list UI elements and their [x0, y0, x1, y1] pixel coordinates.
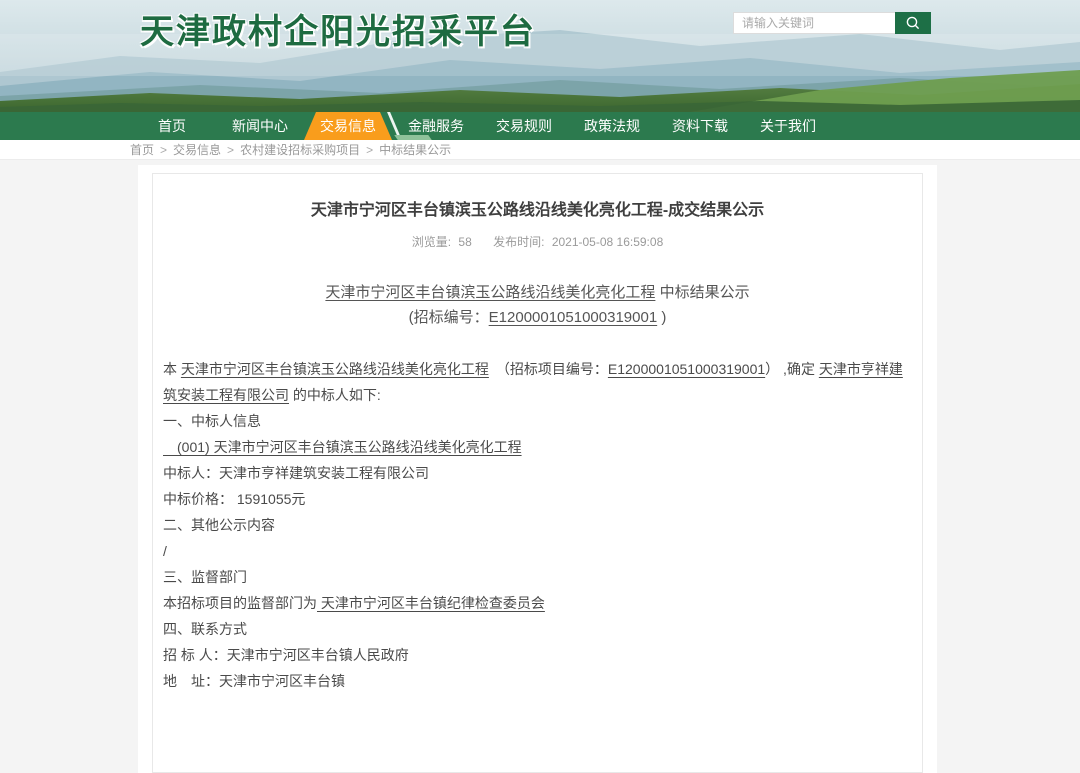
- subtitle-suffix: 中标结果公示: [655, 284, 749, 301]
- address-line: 地 址：天津市宁河区丰台镇: [163, 668, 912, 694]
- active-tab-accent: [394, 135, 432, 140]
- breadcrumb-trade-info[interactable]: 交易信息: [173, 141, 221, 158]
- text-segment: 四、联系方式: [163, 621, 247, 637]
- nav-item-downloads[interactable]: 资料下载: [656, 112, 744, 140]
- text-segment: 三、监督部门: [163, 569, 247, 585]
- views-count: 58: [458, 235, 471, 249]
- project-name-underlined: 天津市宁河区丰台镇滨玉公路线沿线美化亮化工程: [181, 361, 489, 377]
- section-1-heading: 一、中标人信息: [163, 408, 912, 434]
- bid-no-suffix: ): [657, 309, 666, 326]
- text-segment: 本招标项目的监督部门为: [163, 595, 317, 611]
- article-title: 天津市宁河区丰台镇滨玉公路线沿线美化亮化工程-成交结果公示: [161, 196, 914, 220]
- breadcrumb-rural-projects[interactable]: 农村建设招标采购项目: [240, 141, 360, 158]
- text-segment: 二、其他公示内容: [163, 517, 275, 533]
- supervisor-name-underlined: 天津市宁河区丰台镇纪律检查委员会: [317, 595, 545, 611]
- lot-001-line: (001) 天津市宁河区丰台镇滨玉公路线沿线美化亮化工程: [163, 434, 912, 460]
- lot-name-underlined: (001) 天津市宁河区丰台镇滨玉公路线沿线美化亮化工程: [163, 439, 522, 455]
- nav-item-about[interactable]: 关于我们: [744, 112, 832, 140]
- text-segment: ） ,确定: [765, 361, 819, 377]
- search-input[interactable]: [733, 12, 895, 34]
- nav-item-trade-info-active[interactable]: 交易信息: [304, 112, 392, 140]
- text-segment: 中标价格： 1591055元: [163, 491, 305, 507]
- article-body: 本 天津市宁河区丰台镇滨玉公路线沿线美化亮化工程 （招标项目编号：E120000…: [161, 356, 914, 694]
- header-banner: 天津政村企阳光招采平台: [0, 0, 1080, 112]
- section-2-heading: 二、其他公示内容: [163, 512, 912, 538]
- section-4-heading: 四、联系方式: [163, 616, 912, 642]
- site-title: 天津政村企阳光招采平台: [140, 4, 536, 53]
- paragraph-intro: 本 天津市宁河区丰台镇滨玉公路线沿线美化亮化工程 （招标项目编号：E120000…: [163, 356, 912, 408]
- text-segment: 本: [163, 361, 181, 377]
- publish-time: 2021-05-08 16:59:08: [552, 235, 663, 249]
- article-meta: 浏览量: 58 发布时间: 2021-05-08 16:59:08: [161, 233, 914, 250]
- bid-no-prefix: (招标编号：: [409, 309, 489, 326]
- content-wrapper: 天津市宁河区丰台镇滨玉公路线沿线美化亮化工程-成交结果公示 浏览量: 58 发布…: [138, 165, 937, 773]
- subtitle-line-1: 天津市宁河区丰台镇滨玉公路线沿线美化亮化工程 中标结果公示: [161, 280, 914, 305]
- breadcrumb-separator: >: [160, 143, 167, 157]
- text-segment: （招标项目编号：: [489, 361, 608, 377]
- views-label: 浏览量:: [412, 235, 451, 249]
- price-line: 中标价格： 1591055元: [163, 486, 912, 512]
- text-segment: /: [163, 543, 167, 559]
- nav-item-trade-rules[interactable]: 交易规则: [480, 112, 568, 140]
- nav-item-policies[interactable]: 政策法规: [568, 112, 656, 140]
- breadcrumb-separator: >: [227, 143, 234, 157]
- breadcrumb: 首页 > 交易信息 > 农村建设招标采购项目 > 中标结果公示: [0, 140, 1080, 160]
- bid-number-underlined: E1200001051000319001: [608, 361, 765, 377]
- nav-item-home[interactable]: 首页: [128, 112, 216, 140]
- tenderer-line: 招 标 人：天津市宁河区丰台镇人民政府: [163, 642, 912, 668]
- supervisor-line: 本招标项目的监督部门为 天津市宁河区丰台镇纪律检查委员会: [163, 590, 912, 616]
- article-subtitle: 天津市宁河区丰台镇滨玉公路线沿线美化亮化工程 中标结果公示 (招标编号：E120…: [161, 280, 914, 330]
- breadcrumb-result-notice[interactable]: 中标结果公示: [379, 141, 451, 158]
- search-box: [733, 12, 931, 34]
- text-segment: 中标人：天津市亨祥建筑安装工程有限公司: [163, 465, 429, 481]
- slash-line: /: [163, 538, 912, 564]
- winner-line: 中标人：天津市亨祥建筑安装工程有限公司: [163, 460, 912, 486]
- search-icon: [905, 15, 921, 31]
- nav-item-news[interactable]: 新闻中心: [216, 112, 304, 140]
- bid-number: E1200001051000319001: [489, 309, 658, 326]
- text-segment: 招 标 人：天津市宁河区丰台镇人民政府: [163, 647, 409, 663]
- publish-time-label: 发布时间:: [493, 235, 544, 249]
- section-3-heading: 三、监督部门: [163, 564, 912, 590]
- main-nav: 首页 新闻中心 交易信息 金融服务 交易规则 政策法规 资料下载 关于我们: [0, 112, 1080, 140]
- breadcrumb-separator: >: [366, 143, 373, 157]
- text-segment: 的中标人如下:: [289, 387, 381, 403]
- page-body: 天津市宁河区丰台镇滨玉公路线沿线美化亮化工程-成交结果公示 浏览量: 58 发布…: [0, 160, 1080, 773]
- text-segment: 地 址：天津市宁河区丰台镇: [163, 673, 345, 689]
- project-name-link: 天津市宁河区丰台镇滨玉公路线沿线美化亮化工程: [325, 284, 655, 301]
- article-card: 天津市宁河区丰台镇滨玉公路线沿线美化亮化工程-成交结果公示 浏览量: 58 发布…: [152, 173, 923, 773]
- search-button[interactable]: [895, 12, 931, 34]
- text-segment: 一、中标人信息: [163, 413, 261, 429]
- subtitle-line-2: (招标编号：E1200001051000319001 ): [161, 305, 914, 330]
- breadcrumb-home[interactable]: 首页: [130, 141, 154, 158]
